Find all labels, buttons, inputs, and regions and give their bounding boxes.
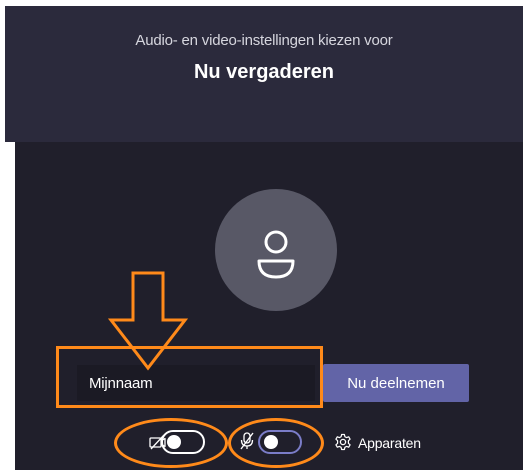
meeting-title: Nu vergaderen	[193, 61, 335, 83]
name-input[interactable]	[77, 365, 315, 401]
header: Audio- en video-instellingen kiezen voor…	[5, 6, 523, 142]
avatar	[215, 189, 337, 311]
pre-title: Audio- en video-instellingen kiezen voor	[135, 32, 393, 49]
camera-toggle[interactable]	[161, 430, 205, 454]
camera-toggle-knob	[167, 435, 181, 449]
person-icon	[257, 230, 295, 279]
microphone-toggle[interactable]	[258, 430, 302, 454]
gear-icon[interactable]	[334, 433, 352, 451]
microphone-toggle-knob	[264, 435, 278, 449]
microphone-off-icon	[240, 432, 254, 450]
join-now-button[interactable]: Nu deelnemen	[323, 364, 469, 402]
devices-button[interactable]: Apparaten	[358, 435, 421, 451]
